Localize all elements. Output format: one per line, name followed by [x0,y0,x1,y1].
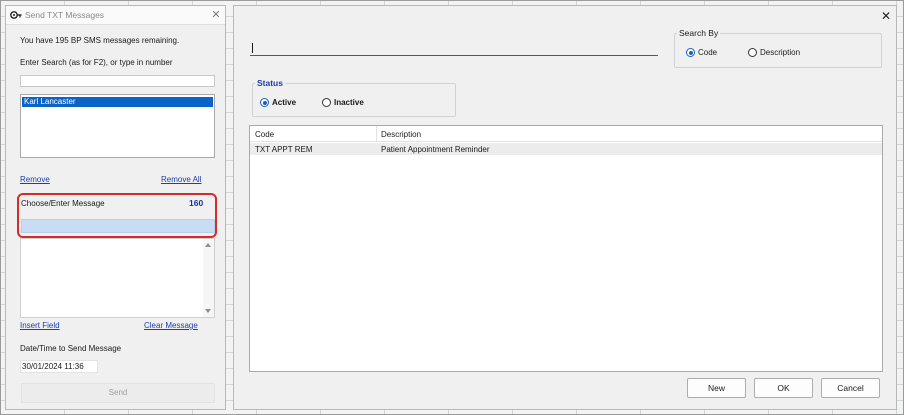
radio-status-active-label: Active [272,98,297,107]
radio-search-code[interactable] [686,48,695,57]
message-select-dialog: ✕ Search By Code Description Status Acti… [233,5,897,410]
radio-search-description-label: Description [760,48,801,57]
message-textarea[interactable] [20,238,215,318]
ok-button[interactable]: OK [754,378,813,398]
column-header-code[interactable]: Code [255,130,274,139]
message-table: Code Description TXT APPT REM Patient Ap… [249,125,883,372]
insert-field-link[interactable]: Insert Field [20,321,60,330]
scrollbar[interactable] [203,239,214,317]
key-icon [10,11,22,19]
new-button[interactable]: New [687,378,746,398]
cell-code: TXT APPT REM [255,145,313,154]
cell-description: Patient Appointment Reminder [381,145,490,154]
char-count: 160 [189,198,204,208]
window-title-bar: Send TXT Messages ✕ [6,6,225,25]
radio-status-inactive[interactable] [322,98,331,107]
radio-status-inactive-label: Inactive [334,98,364,107]
remove-all-link[interactable]: Remove All [161,175,201,184]
close-icon[interactable]: ✕ [879,9,893,23]
radio-status-active[interactable] [260,98,269,107]
scroll-down-arrow-icon[interactable] [205,309,211,313]
message-select-field[interactable] [21,219,215,233]
datetime-input[interactable]: 30/01/2024 11:36 [20,360,98,373]
datetime-label: Date/Time to Send Message [20,344,122,353]
remove-link[interactable]: Remove [20,175,50,184]
recipient-list[interactable]: Karl Lancaster [20,94,215,158]
table-row[interactable]: TXT APPT REM Patient Appointment Reminde… [250,143,882,155]
send-txt-window: Send TXT Messages ✕ You have 195 BP SMS … [5,5,226,410]
choose-message-label: Choose/Enter Message [21,199,105,208]
send-button[interactable]: Send [21,383,215,403]
column-header-description[interactable]: Description [381,130,421,139]
search-by-legend: Search By [679,28,719,38]
window-title: Send TXT Messages [25,10,105,20]
status-legend: Status [257,78,283,88]
close-icon[interactable]: ✕ [209,8,223,22]
clear-message-link[interactable]: Clear Message [144,321,198,330]
sms-remaining-text: You have 195 BP SMS messages remaining. [20,36,180,45]
code-search-input[interactable] [250,40,658,56]
table-header: Code Description [250,126,882,142]
recipient-search-input[interactable] [20,75,215,87]
cancel-button[interactable]: Cancel [821,378,880,398]
list-item[interactable]: Karl Lancaster [22,97,213,107]
search-label: Enter Search (as for F2), or type in num… [20,58,173,67]
column-separator [376,126,377,142]
radio-search-description[interactable] [748,48,757,57]
scroll-up-arrow-icon[interactable] [205,243,211,247]
text-caret [252,43,253,53]
radio-search-code-label: Code [698,48,718,57]
